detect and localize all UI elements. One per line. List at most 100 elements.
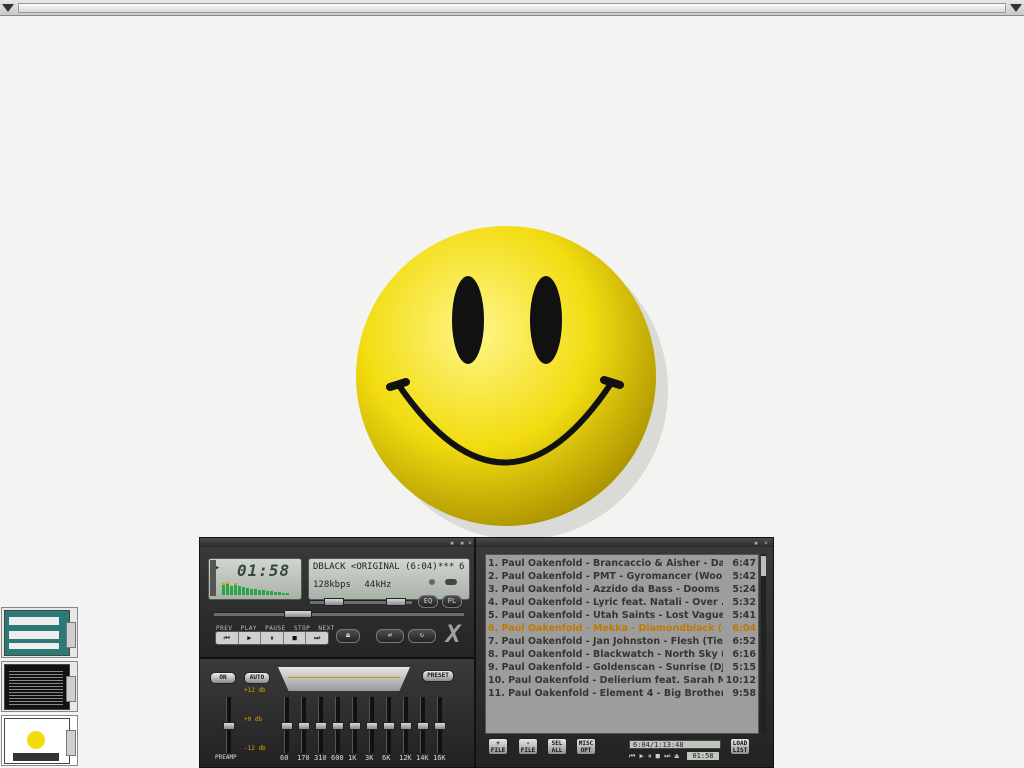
eq-band-slider[interactable] [281, 697, 293, 753]
minimize-icon[interactable]: ▪ [450, 539, 454, 547]
select-all-button[interactable]: SEL ALL [547, 738, 567, 755]
eq-band-slider[interactable] [349, 697, 361, 753]
top-scrollbar[interactable] [0, 0, 1024, 16]
repeat-button[interactable]: ↻ [408, 629, 436, 643]
playlist-scrollbar[interactable] [761, 554, 766, 732]
playlist-row[interactable]: 9. Paul Oakenfold - Goldenscan - Sunrise… [488, 662, 756, 675]
playlist-toggle-button[interactable]: PL [442, 595, 462, 608]
top-scroll-track[interactable] [18, 3, 1006, 13]
player-main-window[interactable]: ▪ ▪ × ▶ 01:58 DBLACK <ORIGINAL (6:04) **… [199, 537, 475, 658]
track-duration: 10:12 [725, 675, 756, 686]
pager-1-tab[interactable] [66, 622, 76, 648]
seek-knob[interactable] [284, 610, 312, 618]
playlist-track-list[interactable]: 1. Paul Oakenfold - Brancaccio & Aisher … [485, 554, 759, 734]
eq-auto-button[interactable]: AUTO [244, 672, 270, 684]
balance-knob[interactable] [386, 598, 406, 606]
track-title: 3. Paul Oakenfold - Azzido da Bass - Doo… [488, 584, 723, 595]
pause-button[interactable]: ⏸ [261, 632, 284, 644]
eq-band-knob[interactable] [400, 722, 412, 730]
time-display[interactable]: ▶ 01:58 [208, 558, 302, 600]
eq-band-slider[interactable] [315, 697, 327, 753]
playlist-close-icon[interactable]: × [764, 539, 768, 547]
playlist-row[interactable]: 3. Paul Oakenfold - Azzido da Bass - Doo… [488, 584, 756, 597]
preamp-slider[interactable] [223, 697, 235, 753]
next-button[interactable]: ⏭ [306, 632, 328, 644]
seek-bar[interactable] [214, 610, 464, 618]
playlist-window[interactable]: ▪ × 1. Paul Oakenfold - Brancaccio & Ais… [475, 537, 774, 768]
playlist-row-current[interactable]: 6. Paul Oakenfold - Mekka - Diamondblack… [488, 623, 756, 636]
playlist-scroll-thumb[interactable] [761, 556, 766, 576]
playlist-row[interactable]: 11. Paul Oakenfold - Element 4 - Big Bro… [488, 688, 756, 701]
misc-options-button[interactable]: MISC OPT [576, 738, 596, 755]
elapsed-time[interactable]: 01:58 [237, 561, 290, 580]
load-list-button[interactable]: LOAD LIST [730, 738, 750, 755]
desktop-pager-3-active[interactable] [1, 715, 78, 766]
eq-band-slider[interactable] [298, 697, 310, 753]
pager-2-tab[interactable] [66, 676, 76, 702]
eq-band-knob[interactable] [417, 722, 429, 730]
desktop-pager-1[interactable] [1, 607, 78, 658]
eq-toggle-button[interactable]: EQ [418, 595, 438, 608]
track-title: 4. Paul Oakenfold - Lyric feat. Natali -… [488, 597, 723, 608]
volume-knob[interactable] [324, 598, 344, 606]
balance-slider[interactable] [376, 598, 412, 606]
eq-band-slider[interactable] [383, 697, 395, 753]
spectrum-visualizer[interactable] [222, 581, 296, 595]
eq-band-knob[interactable] [349, 722, 361, 730]
scroll-right-arrow-icon[interactable] [1009, 2, 1023, 14]
track-duration: 5:24 [732, 584, 756, 595]
stereo-indicator-icon [445, 579, 457, 585]
transport-controls: ⏮ ▶ ⏸ ■ ⏭ [215, 631, 329, 645]
playlist-row[interactable]: 8. Paul Oakenfold - Blackwatch - North S… [488, 649, 756, 662]
bitrate: 128kbps [313, 580, 351, 590]
stop-button[interactable]: ■ [284, 632, 307, 644]
app-logo[interactable]: X [446, 620, 460, 648]
eq-band-knob[interactable] [366, 722, 378, 730]
playlist-row[interactable]: 4. Paul Oakenfold - Lyric feat. Natali -… [488, 597, 756, 610]
playlist-row[interactable]: 7. Paul Oakenfold - Jan Johnston - Flesh… [488, 636, 756, 649]
eq-band-knob[interactable] [383, 722, 395, 730]
playlist-titlebar[interactable]: ▪ × [476, 538, 773, 547]
player-titlebar[interactable]: ▪ ▪ × [200, 538, 474, 547]
eq-band-slider[interactable] [400, 697, 412, 753]
eq-on-button[interactable]: ON [210, 672, 236, 684]
eq-band-knob[interactable] [434, 722, 446, 730]
eq-preset-button[interactable]: PRESET [422, 670, 454, 682]
playlist-row[interactable]: 10. Paul Oakenfold - Delierium feat. Sar… [488, 675, 756, 688]
shade-icon[interactable]: ▪ [460, 539, 464, 547]
eq-curve-graph [278, 667, 410, 691]
desktop-pager-2[interactable] [1, 661, 78, 712]
eq-band-knob[interactable] [298, 722, 310, 730]
track-title: 7. Paul Oakenfold - Jan Johnston - Flesh… [488, 636, 723, 647]
db-zero-label: +0 db [244, 716, 263, 723]
pager-3-tab[interactable] [66, 730, 76, 756]
eq-band-knob[interactable] [281, 722, 293, 730]
play-button[interactable]: ▶ [239, 632, 262, 644]
playlist-row[interactable]: 1. Paul Oakenfold - Brancaccio & Aisher … [488, 558, 756, 571]
playlist-row[interactable]: 2. Paul Oakenfold - PMT - Gyromancer (Wo… [488, 571, 756, 584]
eq-band-knob[interactable] [332, 722, 344, 730]
scroll-left-arrow-icon[interactable] [1, 2, 15, 14]
add-file-button[interactable]: + FILE [488, 738, 508, 755]
playlist-shade-icon[interactable]: ▪ [754, 539, 758, 547]
preamp-knob[interactable] [223, 722, 235, 730]
eq-band-knob[interactable] [315, 722, 327, 730]
close-icon[interactable]: × [468, 539, 472, 547]
previous-button[interactable]: ⏮ [216, 632, 239, 644]
shuffle-button[interactable]: ⇄ [376, 629, 404, 643]
db-plus12-label: +12 db [244, 687, 266, 694]
clutterbar[interactable] [210, 560, 216, 596]
track-duration: 5:41 [732, 610, 756, 621]
mini-transport-icons[interactable]: ⏮ ▶ ⏸ ■ ⏭ ⏏ [629, 752, 679, 760]
playlist-row[interactable]: 5. Paul Oakenfold - Utah Saints - Lost V… [488, 610, 756, 623]
song-info-display[interactable]: DBLACK <ORIGINAL (6:04) *** 6 128kbps 44… [308, 558, 470, 600]
equalizer-window[interactable]: ON AUTO PRESET +12 db +0 db -12 db PREAM… [199, 658, 475, 768]
eq-band-label: 600 [331, 754, 344, 762]
remove-file-button[interactable]: - FILE [518, 738, 538, 755]
eq-band-slider[interactable] [366, 697, 378, 753]
eject-button[interactable]: ⏏ [336, 629, 360, 643]
eq-band-slider[interactable] [332, 697, 344, 753]
eq-band-slider[interactable] [434, 697, 446, 753]
pager-smiley-thumb [27, 731, 45, 749]
eq-band-slider[interactable] [417, 697, 429, 753]
